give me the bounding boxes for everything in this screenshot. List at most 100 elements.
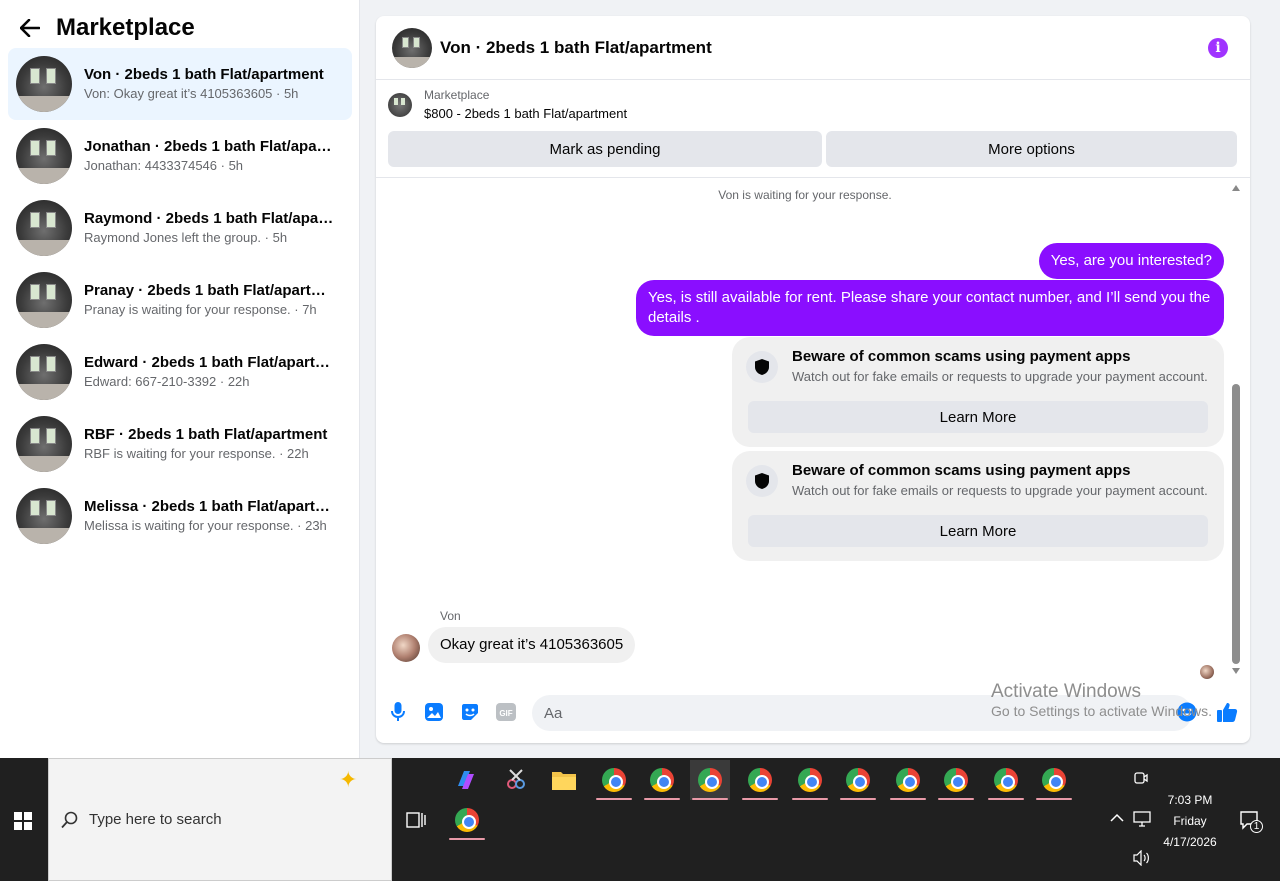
like-thumbs-up-icon[interactable]: [1216, 701, 1238, 723]
watermark-subtitle: Go to Settings to activate Windows.: [991, 703, 1212, 719]
scam-warning-card: Beware of common scams using payment app…: [732, 337, 1224, 447]
conversation-item[interactable]: Melissa · 2beds 1 bath Flat/apartm... Mel…: [8, 480, 352, 552]
chrome-window-icon[interactable]: [594, 760, 634, 800]
listing-avatar: [16, 272, 72, 328]
message-scrollbar[interactable]: [1232, 179, 1242, 679]
info-icon[interactable]: i: [1208, 38, 1228, 58]
conversation-item[interactable]: Jonathan · 2beds 1 bath Flat/apart... Jon…: [8, 120, 352, 192]
conversation-title: Raymond · 2beds 1 bath Flat/apart...: [84, 210, 334, 227]
watermark-title: Activate Windows: [991, 681, 1141, 702]
volume-icon[interactable]: [1133, 849, 1151, 869]
gif-icon[interactable]: GIF: [495, 701, 517, 723]
seen-indicator-avatar: [1200, 665, 1214, 679]
sidebar-title: Marketplace: [56, 14, 195, 41]
scam-warning-title: Beware of common scams using payment app…: [792, 462, 1131, 479]
scam-warning-description: Watch out for fake emails or requests to…: [792, 369, 1208, 384]
windows-activation-watermark: Activate Windows Go to Settings to activ…: [991, 681, 1212, 719]
chrome-window-icon[interactable]: [447, 800, 487, 840]
chrome-window-icon[interactable]: [740, 760, 780, 800]
conversation-title: Pranay · 2beds 1 bath Flat/apartm...: [84, 282, 334, 299]
learn-more-button[interactable]: Learn More: [748, 515, 1208, 547]
chrome-window-icon[interactable]: [690, 760, 730, 800]
conversation-item[interactable]: RBF · 2beds 1 bath Flat/apartment RBF is …: [8, 408, 352, 480]
conversation-preview: Edward: 667-210-3392 · 22h: [84, 374, 250, 389]
scam-warning-card: Beware of common scams using payment app…: [732, 451, 1224, 561]
listing-thumbnail[interactable]: [388, 93, 412, 117]
conversation-title: Melissa · 2beds 1 bath Flat/apartm...: [84, 498, 334, 515]
system-clock[interactable]: 7:03 PM Friday 4/17/2026: [1155, 790, 1225, 853]
shield-icon: [746, 351, 778, 383]
listing-price[interactable]: $800 - 2beds 1 bath Flat/apartment: [424, 106, 627, 121]
scroll-thumb[interactable]: [1232, 384, 1240, 664]
conversation-preview: Raymond Jones left the group. · 5h: [84, 230, 288, 245]
chrome-window-icon[interactable]: [790, 760, 830, 800]
taskbar-search-box[interactable]: Type here to search ✦: [48, 758, 392, 881]
chevron-up-icon[interactable]: [1110, 812, 1124, 826]
search-placeholder: Type here to search: [89, 811, 222, 828]
shield-icon: [746, 465, 778, 497]
scam-warning-title: Beware of common scams using payment app…: [792, 348, 1131, 365]
scam-warning-description: Watch out for fake emails or requests to…: [792, 483, 1208, 498]
more-options-button[interactable]: More options: [826, 131, 1237, 167]
chrome-window-icon[interactable]: [642, 760, 682, 800]
microphone-icon[interactable]: [387, 701, 409, 723]
chrome-window-icon[interactable]: [936, 760, 976, 800]
conversation-item[interactable]: Edward · 2beds 1 bath Flat/apartm... Edwa…: [8, 336, 352, 408]
copilot-app-icon[interactable]: [446, 760, 486, 800]
chrome-window-icon[interactable]: [838, 760, 878, 800]
task-view-icon[interactable]: [396, 800, 436, 840]
conversation-preview: RBF is waiting for your response. · 22h: [84, 446, 309, 461]
chrome-window-icon[interactable]: [1034, 760, 1074, 800]
conversation-item[interactable]: Von · 2beds 1 bath Flat/apartment Von: Ok…: [8, 48, 352, 120]
outgoing-message[interactable]: Yes, is still available for rent. Please…: [636, 280, 1224, 336]
conversation-title: Edward · 2beds 1 bath Flat/apartm...: [84, 354, 334, 371]
message-thread: Von is waiting for your response. Yes, a…: [376, 179, 1250, 689]
conversation-preview: Melissa is waiting for your response. · …: [84, 518, 327, 533]
network-icon[interactable]: [1133, 811, 1151, 830]
conversation-title: Von · 2beds 1 bath Flat/apartment: [84, 66, 324, 83]
scroll-down-arrow-icon[interactable]: [1232, 668, 1240, 674]
conversation-preview: Jonathan: 4433374546 · 5h: [84, 158, 244, 173]
outgoing-message[interactable]: Yes, are you interested?: [1038, 243, 1224, 279]
chat-panel: Von · 2beds 1 bath Flat/apartment i Mark…: [376, 16, 1250, 743]
conversation-preview: Von: Okay great it’s 4105363605 · 5h: [84, 86, 299, 101]
listing-avatar: [16, 416, 72, 472]
windows-start-icon[interactable]: [14, 812, 32, 830]
mark-pending-button[interactable]: Mark as pending: [388, 131, 822, 167]
sender-avatar[interactable]: [392, 634, 420, 662]
clock-day: Friday: [1173, 814, 1207, 828]
photo-icon[interactable]: [423, 701, 445, 723]
clock-date: 4/17/2026: [1163, 835, 1217, 849]
search-icon: [61, 811, 79, 834]
learn-more-button[interactable]: Learn More: [748, 401, 1208, 433]
listing-avatar: [16, 200, 72, 256]
sticker-icon[interactable]: [459, 701, 481, 723]
notification-count-badge: 1: [1250, 820, 1263, 833]
conversation-title: RBF · 2beds 1 bath Flat/apartment: [84, 426, 328, 443]
back-arrow-icon[interactable]: [20, 17, 42, 39]
scroll-up-arrow-icon[interactable]: [1232, 185, 1240, 191]
conversation-title: Jonathan · 2beds 1 bath Flat/apart...: [84, 138, 334, 155]
listing-avatar: [16, 344, 72, 400]
listing-source: Marketplace: [424, 88, 490, 102]
message-composer: GIF Aa Activate Windows Go to Settings t…: [376, 681, 1250, 731]
listing-avatar: [16, 128, 72, 184]
conversation-item[interactable]: Pranay · 2beds 1 bath Flat/apartm... Pran…: [8, 264, 352, 336]
svg-text:GIF: GIF: [499, 709, 512, 718]
copilot-sparkle-icon[interactable]: ✦: [339, 767, 357, 793]
conversation-sidebar: Marketplace Von · 2beds 1 bath Flat/apar…: [0, 0, 360, 758]
waiting-notice: Von is waiting for your response.: [718, 188, 892, 202]
chrome-window-icon[interactable]: [888, 760, 928, 800]
incoming-message[interactable]: Okay great it’s 4105363605: [428, 627, 636, 663]
clock-time: 7:03 PM: [1167, 793, 1213, 807]
conversation-preview: Pranay is waiting for your response. · 7…: [84, 302, 317, 317]
chrome-window-icon[interactable]: [986, 760, 1026, 800]
notification-icon[interactable]: 1: [1236, 810, 1264, 836]
conversation-item[interactable]: Raymond · 2beds 1 bath Flat/apart... Raym…: [8, 192, 352, 264]
chat-avatar[interactable]: [392, 27, 432, 68]
listing-avatar: [16, 56, 72, 112]
file-explorer-icon[interactable]: [544, 760, 584, 800]
snipping-tool-icon[interactable]: [496, 760, 536, 800]
meet-now-icon[interactable]: [1133, 770, 1149, 789]
chat-title[interactable]: Von · 2beds 1 bath Flat/apartment: [440, 38, 712, 58]
